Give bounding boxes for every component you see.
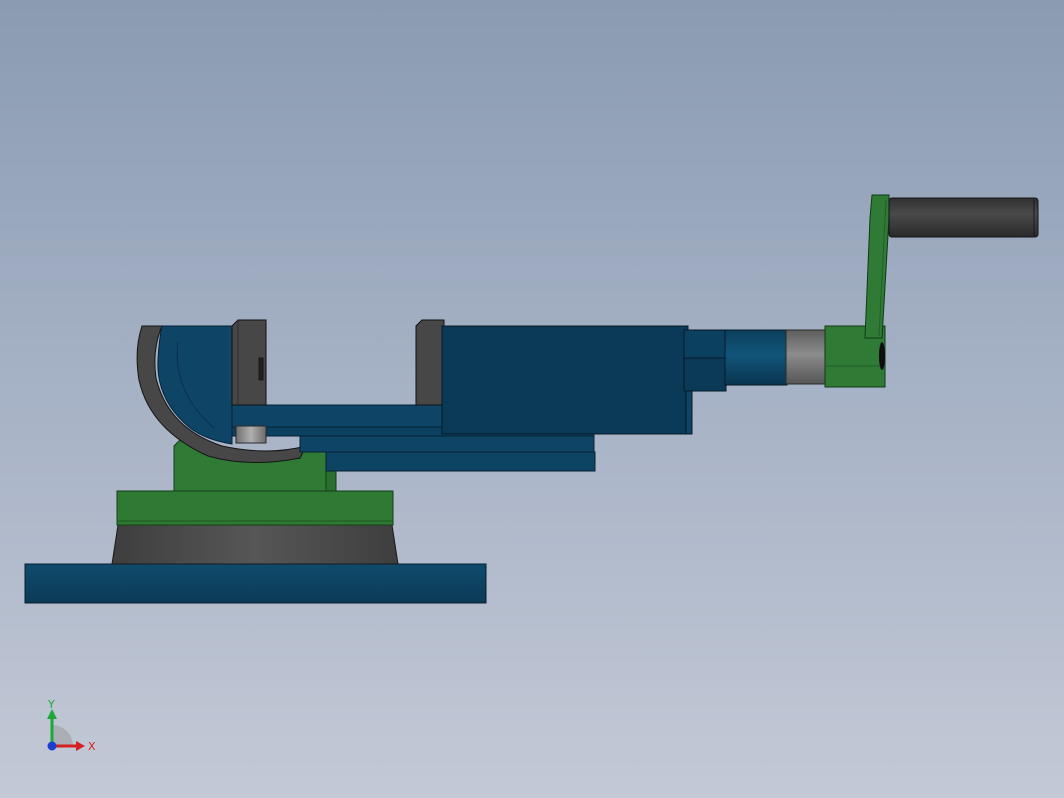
fixed-jaw[interactable] [231,319,267,406]
z-axis-dot-icon [47,741,57,751]
movable-jaw-plate[interactable] [415,319,445,406]
x-axis-label: X [88,740,96,753]
y-axis-label: Y [47,698,55,711]
base-plate[interactable] [24,563,487,604]
movable-jaw-body[interactable] [441,325,693,435]
guide-pin[interactable] [235,425,267,444]
turntable[interactable] [111,524,399,565]
swivel-flange[interactable] [116,490,394,526]
crank-arm[interactable] [864,194,890,339]
vise-model[interactable] [0,0,1064,798]
crank-handle-grip[interactable] [888,197,1039,238]
screw-housing[interactable] [683,329,788,392]
axis-triad: Y X [47,698,96,753]
spindle-collar[interactable] [785,329,827,385]
graphics-viewport[interactable]: Y X [0,0,1064,798]
